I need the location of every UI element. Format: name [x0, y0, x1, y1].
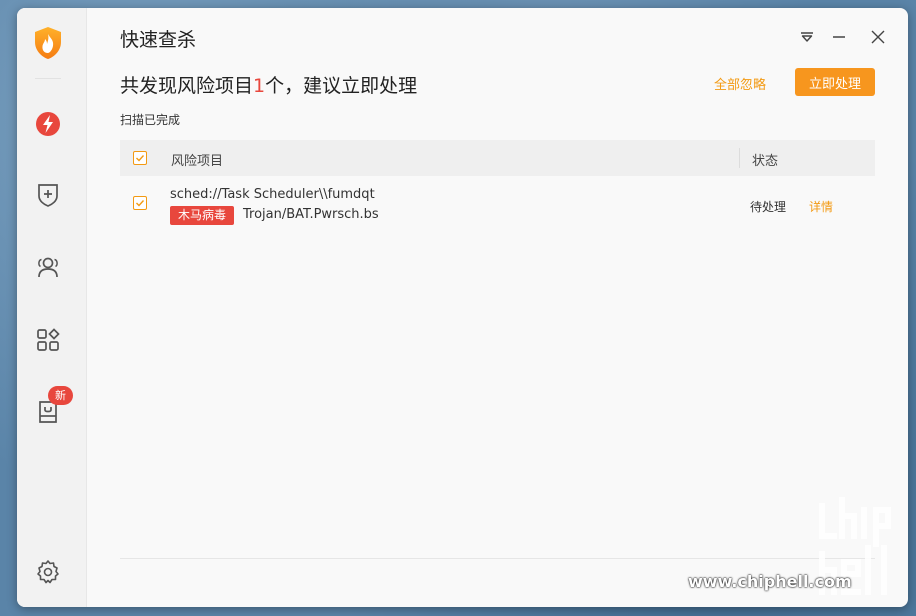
main-panel: 快速查杀 共发现风险项目1个，建议立即处理 全部忽略 立即处理 扫描已完成 风险…: [87, 8, 908, 607]
close-button[interactable]: [868, 28, 888, 46]
virus-name: Trojan/BAT.Pwrsch.bs: [243, 207, 379, 222]
threat-type-tag: 木马病毒: [170, 206, 235, 225]
users-icon: [38, 257, 58, 278]
gear-icon: [37, 560, 59, 584]
scan-status-text: 扫描已完成: [120, 113, 181, 127]
chiphell-watermark-text: www.chiphell.com: [688, 572, 852, 591]
check-icon: [136, 155, 145, 162]
sidebar-item-protection[interactable]: [34, 181, 62, 209]
sidebar: 新: [17, 8, 87, 607]
headline-suffix: 个，建议立即处理: [265, 75, 418, 97]
menu-dropdown-button[interactable]: [797, 28, 817, 46]
sidebar-item-settings[interactable]: [34, 558, 62, 586]
new-badge: 新: [48, 386, 73, 405]
ignore-all-link[interactable]: 全部忽略: [714, 74, 766, 93]
column-header-risk-item: 风险项目: [171, 154, 224, 169]
table-row: sched://Task Scheduler\\fumdqt 木马病毒 Troj…: [120, 176, 875, 232]
row-checkbox[interactable]: [133, 196, 147, 210]
column-header-status: 状态: [752, 154, 779, 169]
menu-triangle-icon: [801, 32, 813, 42]
select-all-checkbox[interactable]: [133, 151, 147, 165]
lightning-icon: [36, 112, 60, 136]
bottom-divider: [120, 558, 875, 559]
minimize-button[interactable]: [829, 28, 849, 46]
close-icon: [871, 30, 885, 44]
table-header: 风险项目 状态: [120, 140, 875, 176]
risk-count: 1: [253, 75, 266, 97]
detail-link[interactable]: 详情: [809, 198, 833, 215]
column-divider: [739, 148, 740, 168]
check-icon: [136, 200, 145, 207]
apps-grid-icon: [37, 328, 60, 351]
minimize-icon: [833, 36, 845, 38]
risk-table: 风险项目 状态 sched://Task Scheduler\\fumdqt 木…: [120, 140, 875, 232]
sidebar-divider: [35, 78, 61, 79]
sidebar-item-quick-scan[interactable]: [34, 110, 62, 138]
handle-now-button[interactable]: 立即处理: [795, 68, 875, 96]
shield-plus-icon: [38, 184, 58, 207]
row-status: 待处理: [750, 200, 787, 214]
risk-path: sched://Task Scheduler\\fumdqt: [170, 187, 375, 202]
headline-prefix: 共发现风险项目: [120, 75, 254, 97]
risk-headline: 共发现风险项目1个，建议立即处理: [120, 71, 417, 98]
flame-shield-icon: [32, 26, 64, 60]
sidebar-item-users[interactable]: [34, 253, 62, 281]
sidebar-item-apps[interactable]: [34, 326, 62, 354]
window-title: 快速查杀: [120, 29, 197, 51]
app-window: 新 快速查杀 共发现风险项目1个，建议立即处理 全部忽略 立即处理 扫描已完成 …: [17, 8, 908, 607]
